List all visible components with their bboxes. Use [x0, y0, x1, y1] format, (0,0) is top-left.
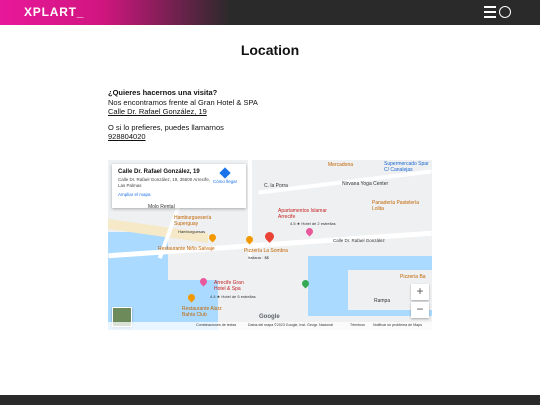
map-label-hamburgueseria-sub: Hamburguesas — [178, 229, 206, 234]
map-footer: Combinaciones de teclas Datos del mapa ©… — [108, 322, 432, 330]
terms-link[interactable]: Términos — [350, 323, 365, 327]
embedded-map[interactable]: Calle Dr. Rafael González, 19 Calle Dr. … — [108, 160, 432, 330]
footer-bar — [0, 395, 540, 405]
menu-icon[interactable] — [484, 6, 496, 18]
map-label-apartamentos: Apartamentos Islamar Arrecife — [278, 208, 327, 220]
map-label-nino-salvaje: Restaurante Niño Salvaje — [158, 246, 215, 252]
map-label-apartamentos-sub: 4.5 ★ Hotel de 2 estrellas — [290, 221, 336, 226]
directions-label: Cómo llegar — [212, 179, 238, 184]
zoom-in-button[interactable]: + — [411, 284, 429, 300]
map-label-arrecife-gran-sub: 4.4 ★ Hotel de 5 estrellas — [210, 294, 256, 299]
map-label-pizzeria-sub: Italiana · $$ — [248, 255, 269, 260]
directions-button[interactable]: Cómo llegar — [210, 167, 240, 184]
map-label-arrecife-gran: Arrecife Gran Hotel & Spa — [214, 280, 244, 292]
map-label-hamburgueseria: Hamburguesería Superguay — [174, 215, 212, 227]
visit-text: Nos encontramos frente al Gran Hotel & S… — [108, 97, 258, 107]
enlarge-map-link[interactable]: Ampliar el mapa — [118, 192, 240, 197]
location-info: ¿Quieres hacernos una visita? Nos encont… — [108, 88, 428, 142]
call-text: O si lo prefieres, puedes llamarnos — [108, 122, 224, 132]
site-logo[interactable]: XPLART_ — [24, 5, 84, 19]
hotel-pin-icon — [304, 226, 315, 237]
phone-link[interactable]: 928804020 — [108, 132, 428, 142]
map-label-alarz: Restaurante Alarz Bahía Club — [182, 306, 222, 318]
map-info-card: Calle Dr. Rafael González, 19 Calle Dr. … — [112, 164, 246, 208]
map-label-street-rafael: Calle Dr. Rafael González — [333, 238, 385, 243]
restaurant-pin-icon — [207, 232, 218, 243]
top-navbar: XPLART_ — [0, 0, 540, 25]
map-label-panaderia: Panadería Pastelería Lolita — [372, 200, 419, 212]
report-problem-link[interactable]: Notificar un problema de Maps — [373, 323, 422, 327]
map-label-supermercado: Supermercado Spar C/ Canalejas — [384, 161, 429, 173]
address-link[interactable]: Calle Dr. Rafael González, 19 — [108, 107, 428, 117]
map-label-mercadona: Mercadona — [328, 162, 354, 168]
map-data-attribution: Datos del mapa ©2023 Google, Inst. Geogr… — [248, 323, 333, 327]
directions-icon — [219, 167, 231, 179]
page-title: Location — [240, 42, 300, 58]
google-logo: Google — [259, 314, 280, 320]
map-label-street-pona: C. la Porra — [264, 183, 288, 189]
user-icon[interactable] — [499, 6, 511, 18]
visit-question: ¿Quieres hacernos una visita? — [108, 88, 218, 97]
keyboard-shortcuts-link[interactable]: Combinaciones de teclas — [196, 323, 236, 327]
map-label-rampa: Rampa — [374, 298, 391, 304]
map-card-address: Calle Dr. Rafael González, 19, 35500 Arr… — [118, 177, 211, 188]
zoom-out-button[interactable]: − — [411, 302, 429, 318]
map-label-mollo: Molo Rental — [148, 204, 175, 210]
map-label-pizzeria: Pizzería La Sombra — [244, 248, 288, 254]
map-label-pizzeria-ba: Pizzería Ba — [400, 274, 426, 280]
map-label-nirvana: Nirvana Yoga Center — [342, 181, 389, 187]
